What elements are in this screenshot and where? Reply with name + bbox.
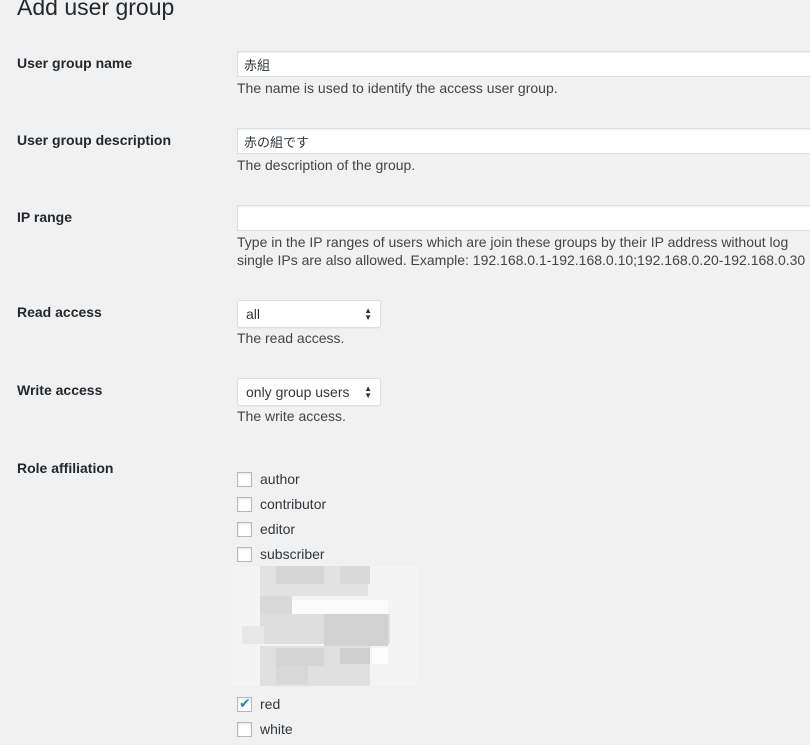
ip-range-description-line-2: single IPs are also allowed. Example: 19…	[237, 252, 806, 268]
role-affiliation-label: Role affiliation	[17, 460, 114, 476]
user-group-name-label: User group name	[17, 55, 133, 71]
select-arrows-icon: ▲ ▼	[364, 384, 372, 400]
ip-range-description-line-1: Type in the IP ranges of users which are…	[237, 234, 789, 250]
role-checkbox-editor[interactable]: editor	[237, 520, 295, 538]
role-label-contributor: contributor	[260, 496, 327, 512]
user-group-description-input[interactable]	[237, 128, 810, 154]
user-group-name-description: The name is used to identify the access …	[237, 80, 558, 96]
read-access-selected-value: all	[246, 306, 261, 322]
group-checkbox-red[interactable]: red	[237, 695, 280, 713]
read-access-label: Read access	[17, 304, 102, 320]
write-access-description: The write access.	[237, 408, 346, 424]
role-checkbox-subscriber[interactable]: subscriber	[237, 545, 325, 563]
read-access-select[interactable]: all ▲ ▼	[237, 300, 381, 328]
user-group-name-input[interactable]	[237, 51, 810, 77]
checkbox-white[interactable]	[237, 721, 252, 737]
page-title: Add user group	[17, 0, 175, 20]
checkbox-author[interactable]	[237, 471, 252, 487]
group-checkbox-white[interactable]: white	[237, 720, 293, 738]
redacted-pixelated-region	[232, 566, 417, 686]
ip-range-label: IP range	[17, 209, 72, 225]
checkbox-editor[interactable]	[237, 521, 252, 537]
role-checkbox-contributor[interactable]: contributor	[237, 495, 326, 513]
ip-range-input[interactable]	[237, 205, 810, 231]
user-group-description-label: User group description	[17, 132, 172, 148]
role-label-editor: editor	[260, 521, 296, 537]
checkbox-subscriber[interactable]	[237, 546, 252, 562]
read-access-description: The read access.	[237, 330, 345, 346]
group-label-red: red	[260, 696, 281, 712]
user-group-description-help: The description of the group.	[237, 157, 416, 173]
role-checkbox-author[interactable]: author	[237, 470, 300, 488]
role-label-subscriber: subscriber	[260, 546, 325, 562]
checkbox-red-checked[interactable]	[237, 695, 252, 712]
checkbox-contributor[interactable]	[237, 496, 252, 512]
group-label-white: white	[260, 721, 293, 737]
select-arrows-icon: ▲ ▼	[364, 306, 372, 322]
write-access-label: Write access	[17, 382, 103, 398]
write-access-select[interactable]: only group users ▲ ▼	[237, 378, 381, 406]
role-label-author: author	[260, 471, 300, 487]
write-access-selected-value: only group users	[246, 384, 350, 400]
